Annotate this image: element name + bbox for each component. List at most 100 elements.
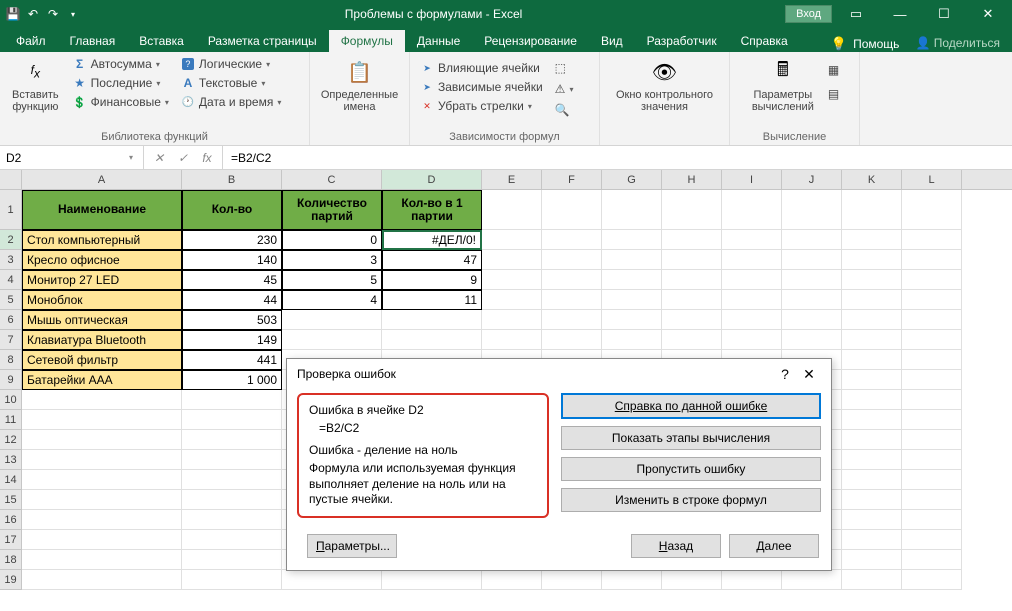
tab-review[interactable]: Рецензирование (472, 30, 589, 52)
cell-name[interactable]: Клавиатура Bluetooth (22, 330, 182, 350)
datetime-button[interactable]: Дата и время▾ (177, 93, 285, 111)
fx-small-icon[interactable]: fx (200, 151, 214, 165)
cell-parties[interactable]: 3 (282, 250, 382, 270)
calc-options-button[interactable]: 🖩 Параметры вычислений (746, 55, 820, 115)
row-header-5[interactable]: 5 (0, 290, 22, 310)
row-header-10[interactable]: 10 (0, 390, 22, 410)
cell-name[interactable]: Сетевой фильтр (22, 350, 182, 370)
remove-arrows-button[interactable]: Убрать стрелки▾ (416, 97, 547, 115)
show-formulas-button[interactable]: ⬚ (551, 59, 578, 77)
undo-icon[interactable]: ↶ (24, 5, 42, 23)
trace-precedents-button[interactable]: Влияющие ячейки (416, 59, 547, 77)
error-checking-button[interactable]: ⚠▾ (551, 80, 578, 98)
cell-name[interactable]: Батарейки AAA (22, 370, 182, 390)
row-header-2[interactable]: 2 (0, 230, 22, 250)
cell-qty[interactable]: 149 (182, 330, 282, 350)
cell-name[interactable]: Монитор 27 LED (22, 270, 182, 290)
cell-result[interactable]: 47 (382, 250, 482, 270)
save-icon[interactable]: 💾 (4, 5, 22, 23)
logical-button[interactable]: Логические▾ (177, 55, 285, 73)
cell-qty[interactable]: 503 (182, 310, 282, 330)
ignore-error-button[interactable]: Пропустить ошибку (561, 457, 821, 481)
cell-qty[interactable]: 140 (182, 250, 282, 270)
row-header-7[interactable]: 7 (0, 330, 22, 350)
cell-name[interactable]: Мышь оптическая (22, 310, 182, 330)
name-box-input[interactable] (6, 151, 125, 165)
show-steps-button[interactable]: Показать этапы вычисления (561, 426, 821, 450)
tab-file[interactable]: Файл (4, 30, 58, 52)
row-header-1[interactable]: 1 (0, 190, 22, 230)
watch-window-button[interactable]: 👁 Окно контрольного значения (610, 55, 719, 115)
cancel-icon[interactable]: ✕ (152, 151, 166, 165)
row-header-3[interactable]: 3 (0, 250, 22, 270)
tab-data[interactable]: Данные (405, 30, 472, 52)
tab-layout[interactable]: Разметка страницы (196, 30, 329, 52)
tab-help[interactable]: Справка (729, 30, 800, 52)
cell-name[interactable]: Моноблок (22, 290, 182, 310)
formula-input[interactable] (223, 151, 1012, 165)
defined-names-button[interactable]: 📋 Определенные имена (316, 55, 403, 115)
column-header-F[interactable]: F (542, 170, 602, 189)
qat-dropdown-icon[interactable]: ▾ (64, 5, 82, 23)
cell-qty[interactable]: 44 (182, 290, 282, 310)
row-header-8[interactable]: 8 (0, 350, 22, 370)
redo-icon[interactable]: ↷ (44, 5, 62, 23)
row-header-6[interactable]: 6 (0, 310, 22, 330)
row-header-17[interactable]: 17 (0, 530, 22, 550)
dialog-close-button[interactable]: ✕ (797, 366, 821, 383)
trace-dependents-button[interactable]: Зависимые ячейки (416, 78, 547, 96)
cell-name[interactable]: Стол компьютерный (22, 230, 182, 250)
tab-view[interactable]: Вид (589, 30, 635, 52)
tab-insert[interactable]: Вставка (127, 30, 196, 52)
table-header[interactable]: Кол-во (182, 190, 282, 230)
row-header-16[interactable]: 16 (0, 510, 22, 530)
login-button[interactable]: Вход (785, 5, 832, 23)
cell-qty[interactable]: 441 (182, 350, 282, 370)
cell-qty[interactable]: 1 000 (182, 370, 282, 390)
row-header-14[interactable]: 14 (0, 470, 22, 490)
column-header-B[interactable]: B (182, 170, 282, 189)
name-box-dropdown-icon[interactable]: ▾ (125, 153, 137, 162)
cell-parties[interactable]: 0 (282, 230, 382, 250)
cell-qty[interactable]: 230 (182, 230, 282, 250)
cell-result[interactable]: #ДЕЛ/0! (382, 230, 482, 250)
column-header-J[interactable]: J (782, 170, 842, 189)
row-header-19[interactable]: 19 (0, 570, 22, 590)
next-button[interactable]: Далее (729, 534, 819, 558)
cell-qty[interactable]: 45 (182, 270, 282, 290)
row-header-4[interactable]: 4 (0, 270, 22, 290)
column-header-D[interactable]: D (382, 170, 482, 189)
insert-function-button[interactable]: fx Вставить функцию (6, 55, 65, 115)
tab-formulas[interactable]: Формулы (329, 30, 405, 52)
share-button[interactable]: 👤 Поделиться (907, 34, 1008, 52)
row-header-18[interactable]: 18 (0, 550, 22, 570)
column-header-G[interactable]: G (602, 170, 662, 189)
autosum-button[interactable]: Автосумма▾ (69, 55, 173, 73)
select-all-corner[interactable] (0, 170, 22, 189)
dialog-help-button[interactable]: ? (773, 366, 797, 382)
evaluate-formula-button[interactable]: 🔍 (551, 101, 578, 119)
enter-icon[interactable]: ✓ (176, 151, 190, 165)
table-header[interactable]: Наименование (22, 190, 182, 230)
cell-parties[interactable]: 5 (282, 270, 382, 290)
row-header-11[interactable]: 11 (0, 410, 22, 430)
ribbon-display-icon[interactable]: ▭ (836, 2, 876, 26)
options-button[interactable]: Параметры... (307, 534, 397, 558)
column-header-H[interactable]: H (662, 170, 722, 189)
row-header-9[interactable]: 9 (0, 370, 22, 390)
minimize-button[interactable]: — (880, 2, 920, 26)
tab-home[interactable]: Главная (58, 30, 128, 52)
row-header-15[interactable]: 15 (0, 490, 22, 510)
column-header-E[interactable]: E (482, 170, 542, 189)
column-header-I[interactable]: I (722, 170, 782, 189)
cell-result[interactable]: 11 (382, 290, 482, 310)
financial-button[interactable]: Финансовые▾ (69, 93, 173, 111)
text-button[interactable]: Текстовые▾ (177, 74, 285, 92)
tab-developer[interactable]: Разработчик (635, 30, 729, 52)
calc-now-button[interactable]: ▦ (824, 61, 843, 79)
name-box[interactable]: ▾ (0, 146, 144, 169)
close-button[interactable]: ✕ (968, 2, 1008, 26)
column-header-A[interactable]: A (22, 170, 182, 189)
column-header-C[interactable]: C (282, 170, 382, 189)
edit-in-bar-button[interactable]: Изменить в строке формул (561, 488, 821, 512)
